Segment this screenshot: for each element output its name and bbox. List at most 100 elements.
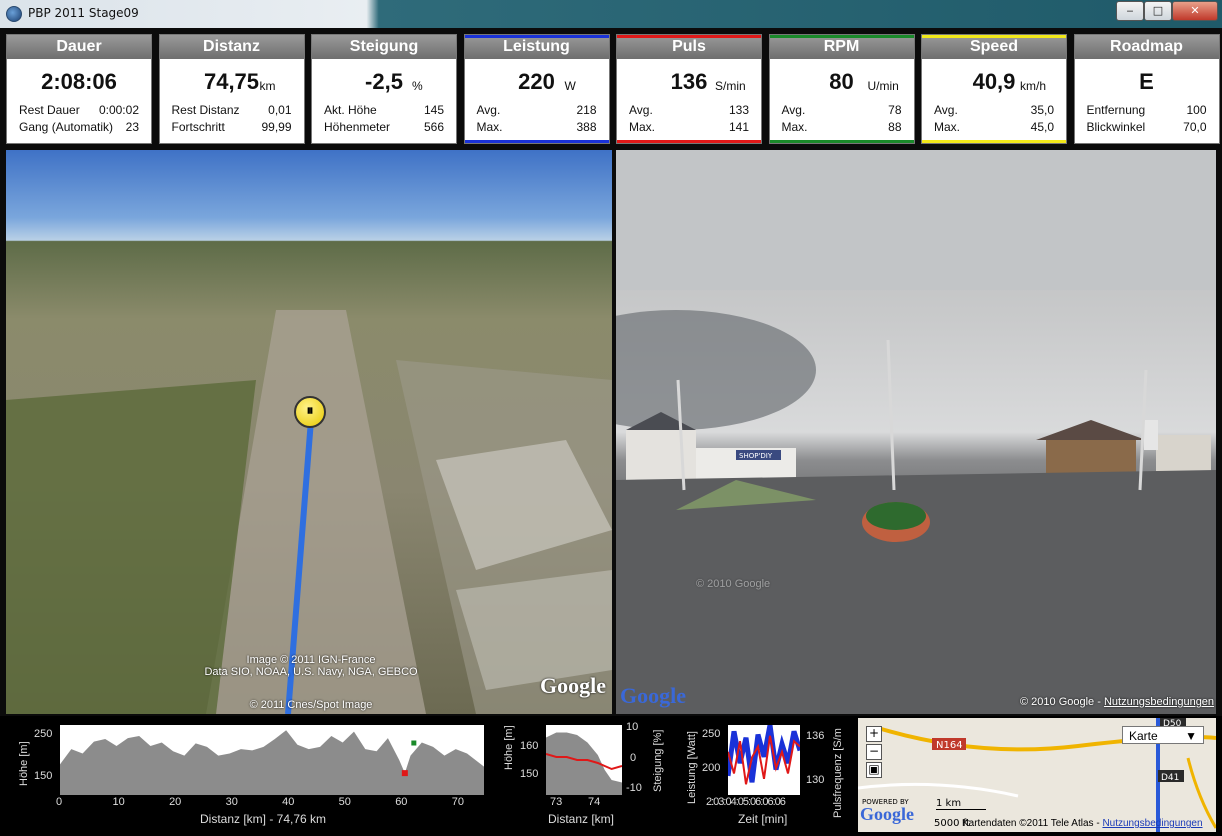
stat-row-label: Max. <box>934 120 961 134</box>
stat-row: Max. 88 <box>782 120 902 134</box>
mini-map[interactable]: N164 D41 D50 + − ▣ Karte ▼ POWERED BY Go… <box>858 718 1216 832</box>
stat-tile-unit: S/min <box>715 79 746 93</box>
stat-tile-value: E <box>1139 69 1154 94</box>
street-copyright-text: © 2010 Google - <box>1020 696 1101 708</box>
stat-tile-accent <box>617 35 761 38</box>
stat-row: Blickwinkel 70,0 <box>1087 120 1207 134</box>
stat-row-value: 78 <box>888 103 902 117</box>
map-type-select[interactable]: Karte ▼ <box>1122 726 1204 744</box>
maximize-button[interactable]: □ <box>1144 1 1172 21</box>
stat-row-value: 70,0 <box>1183 120 1207 134</box>
stat-tile-unit: U/min <box>867 79 899 93</box>
stat-row-label: Max. <box>629 120 656 134</box>
zoom-xlabel: Distanz [km] <box>548 812 615 826</box>
stat-row: Avg. 218 <box>477 103 597 117</box>
map-zoom-out-button[interactable]: − <box>866 744 882 760</box>
street-watermark: © 2010 Google <box>696 578 771 590</box>
stat-tile-title: Leistung <box>464 35 609 59</box>
stat-row: Gang (Automatik) 23 <box>19 120 139 134</box>
stat-row-label: Rest Distanz <box>171 103 240 117</box>
stats-panel: Dauer 2:08:06 Rest Dauer 0:00:02 Gang (Autom… <box>6 34 1220 146</box>
stat-tile-steigung: Steigung -2,5% Akt. Höhe 145 Höhenmeter 566 <box>311 34 457 144</box>
minimize-button[interactable]: ‒ <box>1116 1 1144 21</box>
power-ylabel-left: Leistung [Watt] <box>686 731 698 804</box>
stat-tile-distanz: Distanz 74,75 km Rest Distanz 0,01 Fortschrit… <box>158 34 305 144</box>
stat-tile-accent <box>922 140 1066 143</box>
elevation-xtick: 20 <box>169 796 182 808</box>
earth-copyright-bottom: © 2011 Cnes/Spot Image <box>249 699 373 711</box>
stat-row: Entfernung 100 <box>1087 103 1207 117</box>
terms-link[interactable]: Nutzungsbedingungen <box>1104 696 1214 708</box>
elevation-chart[interactable] <box>60 725 484 795</box>
stat-tile-value: -2,5 <box>365 69 403 94</box>
zoom-xtick-73: 73 <box>550 796 563 808</box>
elevation-xlabel: Distanz [km] - 74,76 km <box>200 812 327 826</box>
power-ytick-250: 250 <box>702 728 721 740</box>
power-pulse-chart[interactable] <box>728 725 800 795</box>
stat-row-value: 388 <box>576 120 597 134</box>
earth-copyright-line-1: Image © 2011 IGN-France <box>246 654 376 666</box>
elevation-ytick-250: 250 <box>34 728 53 740</box>
rider-marker-icon[interactable]: ⏸ <box>294 396 326 428</box>
stat-tile-value: 74,75 <box>203 69 260 94</box>
stat-row: Avg. 78 <box>782 103 902 117</box>
stat-row-label: Akt. Höhe <box>324 103 377 117</box>
stat-row-value: 100 <box>1186 103 1207 117</box>
street-scene-graphic: SHOP'DIY <box>616 150 1216 714</box>
earth-copyright-line-2: Data SIO, NOAA, U.S. Navy, NGA, GEBCO <box>204 666 418 678</box>
stat-row-value: 0,01 <box>268 103 292 117</box>
zoom-elevation-area <box>546 732 622 795</box>
road-label-d41: D41 <box>1161 773 1179 783</box>
window-titlebar[interactable]: PBP 2011 Stage09 ‒ □ ✕ <box>0 0 1222 28</box>
zoom-ytick-160: 160 <box>520 740 539 752</box>
map-reset-button[interactable]: ▣ <box>866 762 882 778</box>
stat-row-value: 141 <box>728 120 749 134</box>
elevation-xtick: 10 <box>112 796 125 808</box>
stat-tile-title: Dauer <box>7 35 151 59</box>
map-scale-km: 1 km <box>936 798 986 810</box>
stat-row-label: Avg. <box>476 103 501 117</box>
elevation-xtick: 30 <box>225 796 238 808</box>
stat-tile-accent <box>617 140 761 143</box>
map-attribution: Kartendaten ©2011 Tele Atlas - Nutzungsb… <box>962 818 1203 829</box>
zoom-ytick-150: 150 <box>520 768 539 780</box>
stat-tile-accent <box>464 140 609 143</box>
map-type-value: Karte <box>1129 729 1158 743</box>
stat-row-label: Max. <box>476 120 503 134</box>
terrain-graphic <box>6 310 612 714</box>
close-button[interactable]: ✕ <box>1172 1 1218 21</box>
stat-tile-value: 220 <box>518 69 555 94</box>
stat-tile-title: Roadmap <box>1074 35 1219 59</box>
power-ytick-right-136: 136 <box>806 730 825 742</box>
zoom-ytick-right-10: 10 <box>626 721 639 733</box>
elevation-xtick: 0 <box>56 796 63 808</box>
stat-row: Avg. 35,0 <box>934 103 1054 117</box>
road-label-n164: N164 <box>936 740 963 751</box>
stat-tile-title: Speed <box>922 35 1066 59</box>
stat-tile-unit: km <box>259 79 276 93</box>
map-terms-link[interactable]: Nutzungsbedingungen <box>1102 818 1202 829</box>
stat-tile-accent <box>769 35 914 38</box>
stat-row-label: Blickwinkel <box>1086 120 1146 134</box>
stat-tile-unit: W <box>564 79 576 93</box>
shop-sign: SHOP'DIY <box>739 452 773 460</box>
stat-row: Max. 141 <box>629 120 749 134</box>
stat-tile-title: Puls <box>617 35 761 59</box>
stat-row-label: Avg. <box>781 103 806 117</box>
google-logo: Google <box>620 683 686 708</box>
map-zoom-in-button[interactable]: + <box>866 726 882 742</box>
stat-tile-leistung: Leistung 220 W Avg. 218 Max. 388 <box>463 34 610 144</box>
stat-row-value: 99,99 <box>261 120 292 134</box>
earth-3d-view[interactable]: ⏸ Image © 2011 IGN-France Data SIO, NOAA… <box>6 150 612 714</box>
street-copyright: © 2010 Google - Nutzungsbedingungen <box>1020 696 1214 708</box>
elevation-ylabel: Höhe [m] <box>18 741 30 786</box>
elevation-xtick: 70 <box>451 796 464 808</box>
elevation-ytick-150: 150 <box>34 770 53 782</box>
stat-row-value: 145 <box>423 103 444 117</box>
power-xticks: 2:03:04:05:06:06:06 <box>706 796 786 808</box>
street-view[interactable]: SHOP'DIY © 2010 Google Google © 2010 Goo… <box>616 150 1216 714</box>
stat-row: Fortschritt 99,99 <box>172 120 292 134</box>
power-ytick-right-130: 130 <box>806 774 825 786</box>
stat-row-label: Gang (Automatik) <box>19 120 114 134</box>
zoom-profile-chart[interactable] <box>546 725 622 795</box>
